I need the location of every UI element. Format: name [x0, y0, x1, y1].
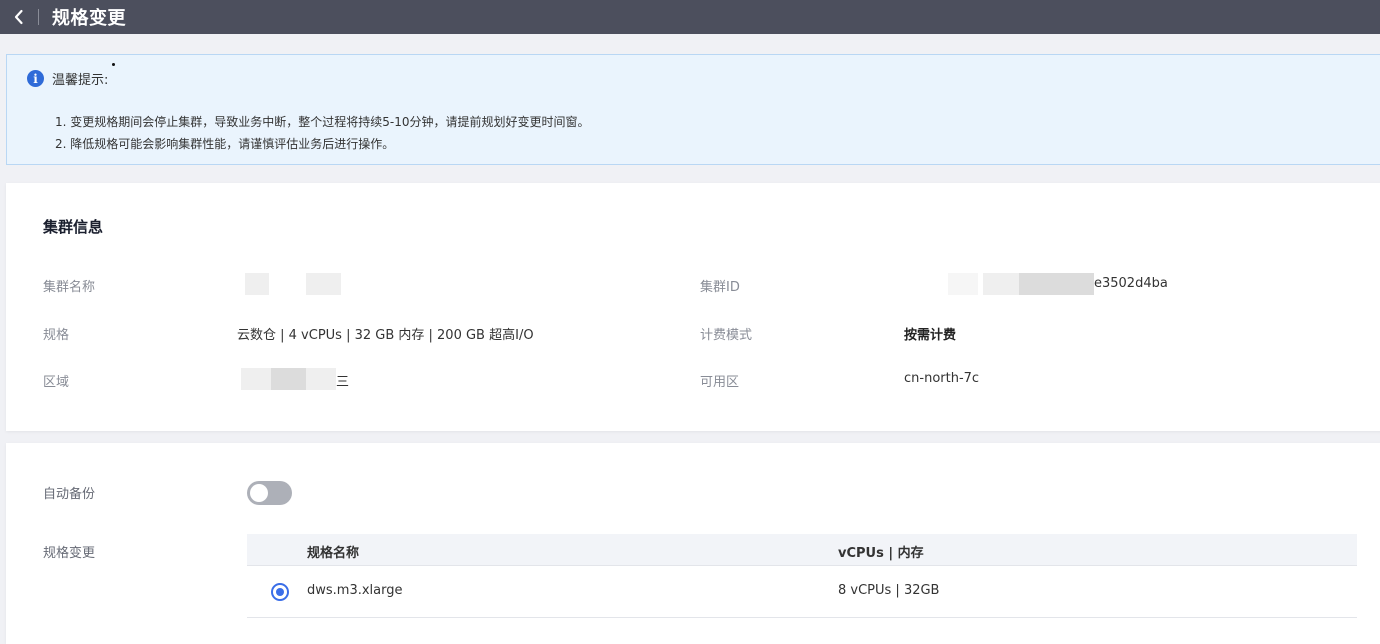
- table-header-row: 规格名称 vCPUs | 内存: [247, 534, 1357, 566]
- cluster-info-card: 集群信息 集群名称 集群ID e3502d4ba 规格 云数仓 | 4 vCPU…: [6, 183, 1380, 431]
- billing-mode-label: 计费模式: [700, 328, 753, 343]
- region-redacted-2: [271, 368, 306, 390]
- notice-header: i 温馨提示:: [27, 69, 108, 88]
- spec-label: 规格: [43, 328, 70, 343]
- cluster-name-redacted-2: [306, 273, 341, 295]
- cluster-id-redacted-1: [948, 273, 978, 295]
- cluster-id-redacted-2: [983, 273, 1019, 295]
- back-button[interactable]: [0, 0, 38, 34]
- header-divider: [38, 9, 39, 25]
- chevron-left-icon: [14, 9, 23, 25]
- cluster-id-value: e3502d4ba: [1094, 276, 1168, 291]
- spec-name-cell: dws.m3.xlarge: [307, 583, 403, 598]
- auto-backup-label: 自动备份: [43, 487, 96, 502]
- notice-line-2: 2. 降低规格可能会影响集群性能，请谨慎评估业务后进行操作。: [55, 137, 395, 151]
- spec-change-label: 规格变更: [43, 546, 96, 561]
- notice-title: 温馨提示:: [52, 73, 109, 88]
- cluster-info-title: 集群信息: [43, 218, 104, 236]
- column-header-spec-name: 规格名称: [307, 546, 360, 561]
- region-redacted-3: [306, 368, 336, 390]
- page-title: 规格变更: [52, 8, 126, 29]
- spec-table: 规格名称 vCPUs | 内存 dws.m3.xlarge 8 vCPUs | …: [247, 534, 1357, 618]
- cluster-id-label: 集群ID: [700, 280, 740, 295]
- cluster-id-redacted-3: [1019, 273, 1094, 295]
- region-value: 三: [336, 375, 350, 390]
- table-row[interactable]: dws.m3.xlarge 8 vCPUs | 32GB: [247, 566, 1357, 618]
- tip-notice-panel: i 温馨提示: 1. 变更规格期间会停止集群，导致业务中断，整个过程将持续5-1…: [6, 54, 1380, 165]
- column-header-vcpus-memory: vCPUs | 内存: [838, 546, 924, 561]
- region-label: 区域: [43, 375, 70, 390]
- notice-line-1: 1. 变更规格期间会停止集群，导致业务中断，整个过程将持续5-10分钟，请提前规…: [55, 115, 590, 129]
- spec-radio-selected[interactable]: [271, 583, 289, 601]
- availability-zone-label: 可用区: [700, 375, 740, 390]
- radio-dot: [276, 588, 284, 596]
- cluster-name-redacted-1: [245, 273, 269, 295]
- spec-value: 云数仓 | 4 vCPUs | 32 GB 内存 | 200 GB 超高I/O: [237, 328, 534, 343]
- availability-zone-value: cn-north-7c: [904, 371, 980, 386]
- cluster-name-label: 集群名称: [43, 280, 96, 295]
- top-header-bar: 规格变更: [0, 0, 1380, 34]
- billing-mode-value: 按需计费: [904, 328, 957, 343]
- spec-change-card: 自动备份 规格变更 规格名称 vCPUs | 内存 dws.m3.xlarge …: [6, 443, 1380, 644]
- region-redacted-1: [241, 368, 271, 390]
- cursor-dot: [112, 63, 115, 66]
- info-icon: i: [27, 70, 44, 87]
- vcpus-memory-cell: 8 vCPUs | 32GB: [838, 583, 940, 598]
- toggle-knob: [250, 484, 268, 502]
- auto-backup-toggle[interactable]: [247, 481, 292, 505]
